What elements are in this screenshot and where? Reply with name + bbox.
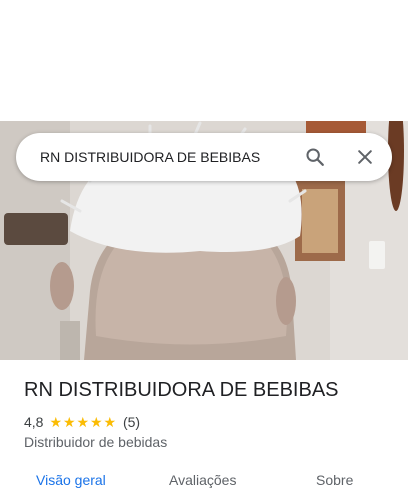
close-icon[interactable] — [353, 145, 377, 169]
search-bar[interactable]: RN DISTRIBUIDORA DE BEBIBAS — [16, 133, 392, 181]
search-icon[interactable] — [303, 145, 327, 169]
place-tabs: Visão geral Avaliações Sobre — [0, 472, 408, 492]
rating-row[interactable]: 4,8 ★ ★ ★ ★ ★ (5) — [24, 414, 140, 430]
tab-overview[interactable]: Visão geral — [36, 472, 106, 488]
rating-value: 4,8 — [24, 414, 44, 430]
star-icon: ★ — [89, 414, 103, 430]
top-blank-area — [0, 0, 408, 121]
star-icon: ★ — [49, 414, 63, 430]
star-icon: ★ — [62, 414, 76, 430]
tab-about[interactable]: Sobre — [316, 472, 353, 488]
place-title: RN DISTRIBUIDORA DE BEBIBAS — [24, 379, 339, 401]
star-icon: ★ — [76, 414, 90, 430]
star-icon: ★ — [103, 414, 117, 430]
place-category[interactable]: Distribuidor de bebidas — [24, 434, 167, 450]
tab-reviews[interactable]: Avaliações — [169, 472, 236, 488]
search-input[interactable]: RN DISTRIBUIDORA DE BEBIBAS — [40, 149, 303, 165]
star-rating: ★ ★ ★ ★ ★ — [49, 415, 117, 429]
review-count[interactable]: (5) — [123, 414, 140, 430]
place-info-panel: RN DISTRIBUIDORA DE BEBIBAS 4,8 ★ ★ ★ ★ … — [0, 360, 408, 488]
